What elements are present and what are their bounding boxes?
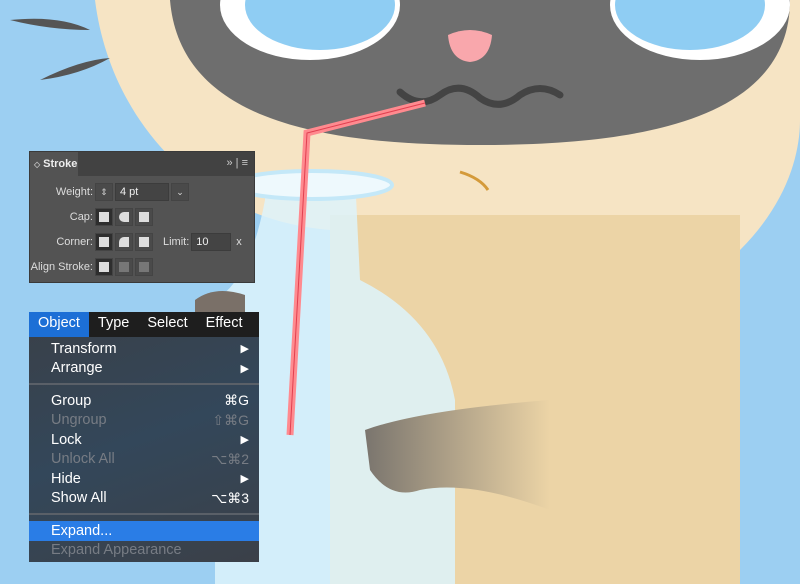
hamburger-icon[interactable]: ≡ — [242, 157, 248, 169]
corner-label: Corner: — [56, 236, 93, 248]
menu-separator — [29, 383, 259, 385]
double-chevron-right-icon[interactable]: » — [226, 157, 232, 169]
align-inside-icon — [115, 258, 133, 276]
menu-item-label: Arrange — [51, 360, 103, 377]
stroke-tab[interactable]: ◇ Stroke — [30, 152, 78, 176]
weight-label: Weight: — [55, 186, 93, 198]
submenu-arrow-icon: ▶ — [240, 434, 249, 447]
projecting-cap-icon[interactable] — [135, 208, 153, 226]
menu-select[interactable]: Select — [138, 312, 196, 337]
cap-label: Cap: — [69, 211, 93, 223]
menu-item-unlock-all: Unlock All ⌥⌘2 — [29, 450, 259, 470]
menu-item-expand-appearance: Expand Appearance — [29, 541, 259, 561]
menu-item-label: Expand Appearance — [51, 542, 182, 559]
menu-item-label: Transform — [51, 340, 117, 357]
submenu-arrow-icon: ▶ — [240, 343, 249, 356]
weight-input[interactable]: 4 pt — [115, 183, 169, 201]
object-menu: Object Type Select Effect Transform ▶ Arrange… — [29, 312, 259, 562]
submenu-arrow-icon: ▶ — [240, 473, 249, 486]
menu-item-arrange[interactable]: Arrange ▶ — [29, 359, 259, 379]
bevel-join-icon[interactable] — [135, 233, 153, 251]
submenu-arrow-icon: ▶ — [240, 362, 249, 375]
menu-item-expand[interactable]: Expand... — [29, 521, 259, 541]
weight-stepper[interactable]: ⇕ — [95, 183, 113, 201]
limit-label: Limit: — [163, 236, 190, 248]
menu-item-transform[interactable]: Transform ▶ — [29, 339, 259, 359]
chevron-down-icon[interactable]: ⌄ — [171, 183, 189, 201]
menu-object[interactable]: Object — [29, 312, 89, 337]
miter-join-icon[interactable] — [95, 233, 113, 251]
shortcut-label: ⌥⌘2 — [211, 450, 249, 467]
menu-item-hide[interactable]: Hide ▶ — [29, 469, 259, 489]
round-join-icon[interactable] — [115, 233, 133, 251]
menu-item-ungroup: Ungroup ⇧⌘G — [29, 411, 259, 431]
menu-item-label: Show All — [51, 490, 107, 507]
menu-item-show-all[interactable]: Show All ⌥⌘3 — [29, 489, 259, 509]
menu-type[interactable]: Type — [89, 312, 138, 337]
menu-item-group[interactable]: Group ⌘G — [29, 391, 259, 411]
menu-item-label: Unlock All — [51, 451, 115, 468]
round-cap-icon[interactable] — [115, 208, 133, 226]
shortcut-label: ⌘G — [224, 392, 249, 409]
menu-item-lock[interactable]: Lock ▶ — [29, 430, 259, 450]
stroke-panel: ◇ Stroke » | ≡ Weight: ⇕ 4 pt ⌄ Cap: Corn… — [29, 151, 255, 283]
menu-effect[interactable]: Effect — [197, 312, 252, 337]
collapse-arrows-icon: ◇ — [34, 160, 41, 169]
shortcut-label: ⌥⌘3 — [211, 489, 249, 506]
menu-item-label: Group — [51, 392, 92, 409]
menu-separator — [29, 513, 259, 515]
menu-item-label: Expand... — [51, 522, 113, 539]
align-center-icon[interactable] — [95, 258, 113, 276]
menu-bar: Object Type Select Effect — [29, 312, 259, 337]
menu-item-label: Lock — [51, 431, 82, 448]
align-outside-icon — [135, 258, 153, 276]
butt-cap-icon[interactable] — [95, 208, 113, 226]
menu-item-label: Hide — [51, 470, 81, 487]
menu-item-label: Ungroup — [51, 412, 107, 429]
limit-input[interactable]: 10 — [191, 233, 232, 251]
limit-unit: x — [236, 236, 242, 248]
panel-title: Stroke — [43, 158, 78, 170]
shortcut-label: ⇧⌘G — [212, 411, 249, 428]
align-stroke-label: Align Stroke: — [30, 261, 93, 273]
